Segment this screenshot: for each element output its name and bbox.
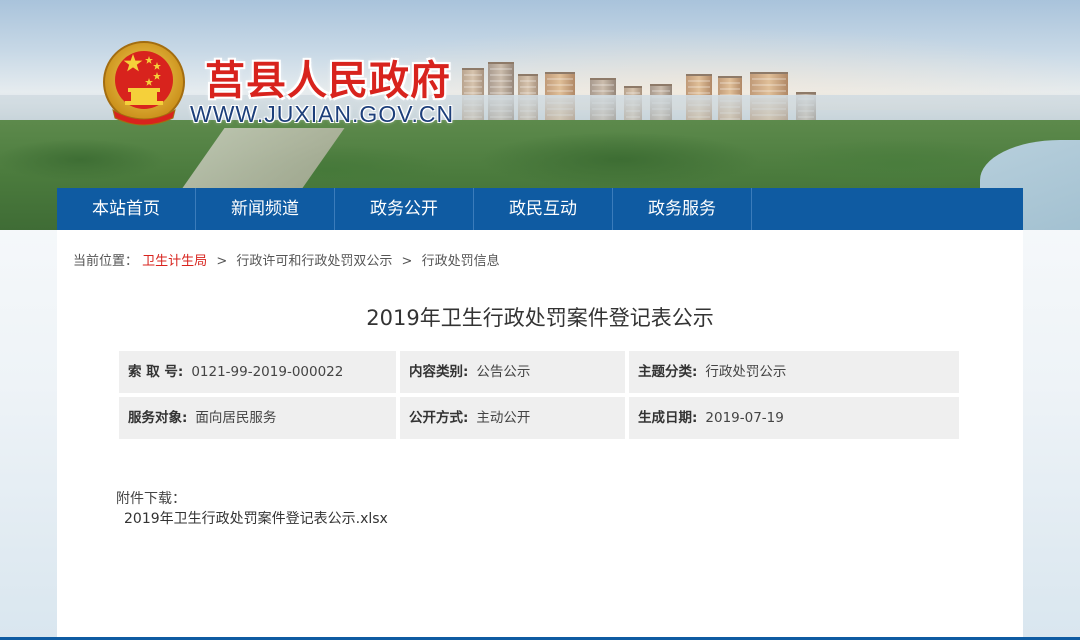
nav-item-news[interactable]: 新闻频道: [196, 188, 335, 230]
meta-generated-date: 生成日期: 2019-07-19: [629, 397, 959, 439]
meta-label: 服务对象:: [128, 410, 188, 426]
meta-value: 面向居民服务: [195, 410, 277, 426]
meta-label: 生成日期:: [638, 410, 698, 426]
nav-item-interaction[interactable]: 政民互动: [474, 188, 613, 230]
meta-label: 公开方式:: [409, 410, 469, 426]
meta-index-number: 索 取 号: 0121-99-2019-000022: [119, 351, 396, 393]
content-panel: 当前位置： 卫生计生局 > 行政许可和行政处罚双公示 > 行政处罚信息 2019…: [57, 230, 1023, 640]
meta-label: 主题分类:: [638, 364, 698, 380]
breadcrumb-item-dual-publicity[interactable]: 行政许可和行政处罚双公示: [236, 254, 392, 269]
metadata-row: 索 取 号: 0121-99-2019-000022 内容类别: 公告公示 主题分类…: [119, 351, 959, 393]
nav-item-government-affairs[interactable]: 政务公开: [335, 188, 474, 230]
meta-value: 公告公示: [476, 364, 531, 380]
breadcrumb-separator: >: [401, 254, 413, 269]
article-title: 2019年卫生行政处罚案件登记表公示: [366, 306, 714, 330]
breadcrumb-separator: >: [216, 254, 228, 269]
metadata-table: 索 取 号: 0121-99-2019-000022 内容类别: 公告公示 主题分类…: [119, 351, 959, 443]
site-url: WWW.JUXIAN.GOV.CN: [190, 101, 455, 127]
national-emblem-icon: [103, 41, 185, 126]
breadcrumb-item-health-bureau[interactable]: 卫生计生局: [142, 254, 207, 269]
main-nav: 本站首页 新闻频道 政务公开 政民互动 政务服务: [57, 188, 1023, 230]
meta-value: 2019-07-19: [705, 410, 784, 426]
meta-service-audience: 服务对象: 面向居民服务: [119, 397, 396, 439]
breadcrumb-item-penalty-info[interactable]: 行政处罚信息: [422, 254, 500, 269]
nav-item-home[interactable]: 本站首页: [57, 188, 196, 230]
meta-value: 行政处罚公示: [705, 364, 787, 380]
site-title: 莒县人民政府: [205, 57, 451, 104]
meta-label: 索 取 号:: [128, 364, 184, 380]
meta-topic-category: 主题分类: 行政处罚公示: [629, 351, 959, 393]
nav-item-services[interactable]: 政务服务: [613, 188, 752, 230]
meta-value: 0121-99-2019-000022: [191, 364, 344, 380]
attachment-label: 附件下载：: [116, 491, 186, 507]
breadcrumb-prefix: 当前位置：: [73, 254, 139, 269]
meta-value: 主动公开: [476, 410, 531, 426]
metadata-row: 服务对象: 面向居民服务 公开方式: 主动公开 生成日期: 2019-07-19: [119, 397, 959, 439]
meta-label: 内容类别:: [409, 364, 469, 380]
meta-disclosure-method: 公开方式: 主动公开: [400, 397, 625, 439]
breadcrumb: 当前位置： 卫生计生局 > 行政许可和行政处罚双公示 > 行政处罚信息: [73, 250, 500, 269]
attachment-file-link[interactable]: 2019年卫生行政处罚案件登记表公示.xlsx: [124, 508, 388, 528]
meta-content-category: 内容类别: 公告公示: [400, 351, 625, 393]
